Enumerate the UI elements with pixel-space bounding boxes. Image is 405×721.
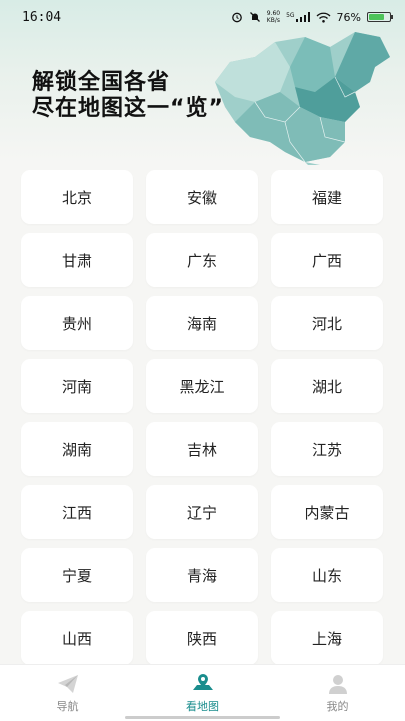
network-type: 5G xyxy=(286,12,295,19)
province-hunan[interactable]: 湖南 xyxy=(21,422,133,476)
signal-bars-icon xyxy=(295,12,310,22)
map-pin-icon xyxy=(192,673,213,690)
speed-value: 9.60 xyxy=(266,10,281,17)
province-jilin[interactable]: 吉林 xyxy=(146,422,258,476)
province-hainan[interactable]: 海南 xyxy=(146,296,258,350)
headline-line-1: 解锁全国各省 xyxy=(32,70,171,95)
province-guizhou[interactable]: 贵州 xyxy=(21,296,133,350)
paper-plane-icon xyxy=(57,674,78,693)
province-anhui[interactable]: 安徽 xyxy=(146,170,258,224)
province-hebei[interactable]: 河北 xyxy=(271,296,383,350)
tab-navigation[interactable]: 导航 xyxy=(0,665,135,721)
province-heilongjiang[interactable]: 黑龙江 xyxy=(146,359,258,413)
province-shandong[interactable]: 山东 xyxy=(271,548,383,602)
battery-icon xyxy=(367,12,393,22)
province-shanghai[interactable]: 上海 xyxy=(271,611,383,665)
mute-bell-icon xyxy=(249,12,260,22)
province-qinghai[interactable]: 青海 xyxy=(146,548,258,602)
province-shanxi[interactable]: 山西 xyxy=(21,611,133,665)
tab-label: 我的 xyxy=(326,699,349,713)
tab-label: 导航 xyxy=(56,699,79,713)
province-hubei[interactable]: 湖北 xyxy=(271,359,383,413)
header-banner: 16:04 9.60 KB/s 5G 76% 解锁全国各省 尽在地图这一“览” xyxy=(0,0,405,165)
alarm-icon xyxy=(231,12,242,23)
speed-unit: KB/s xyxy=(266,17,280,24)
headline: 解锁全国各省 尽在地图这一“览” xyxy=(32,70,224,122)
province-guangxi[interactable]: 广西 xyxy=(271,233,383,287)
china-map-illustration xyxy=(215,32,390,165)
province-jiangxi[interactable]: 江西 xyxy=(21,485,133,539)
wifi-icon xyxy=(316,12,331,23)
province-grid: 北京 安徽 福建 甘肃 广东 广西 贵州 海南 河北 河南 黑龙江 湖北 湖南 … xyxy=(21,170,383,665)
battery-percent: 76% xyxy=(336,10,361,24)
network-speed: 9.60 KB/s xyxy=(267,10,280,24)
home-indicator xyxy=(125,716,280,719)
province-jiangsu[interactable]: 江苏 xyxy=(271,422,383,476)
headline-line-2: 尽在地图这一“览” xyxy=(32,96,224,121)
cellular-signal: 5G xyxy=(286,12,310,22)
tab-label: 看地图 xyxy=(186,699,219,713)
province-neimenggu[interactable]: 内蒙古 xyxy=(271,485,383,539)
battery-fill xyxy=(369,14,385,20)
province-henan[interactable]: 河南 xyxy=(21,359,133,413)
tab-view-map[interactable]: 看地图 xyxy=(135,665,270,721)
province-fujian[interactable]: 福建 xyxy=(271,170,383,224)
tab-profile[interactable]: 我的 xyxy=(270,665,405,721)
status-icons: 9.60 KB/s 5G 76% xyxy=(231,10,393,24)
bottom-tab-bar: 导航 看地图 我的 xyxy=(0,664,405,721)
province-ningxia[interactable]: 宁夏 xyxy=(21,548,133,602)
status-bar: 16:04 9.60 KB/s 5G 76% xyxy=(0,0,405,34)
province-guangdong[interactable]: 广东 xyxy=(146,233,258,287)
status-time: 16:04 xyxy=(22,9,62,25)
province-shaanxi[interactable]: 陕西 xyxy=(146,611,258,665)
user-icon xyxy=(328,674,347,694)
province-beijing[interactable]: 北京 xyxy=(21,170,133,224)
province-gansu[interactable]: 甘肃 xyxy=(21,233,133,287)
province-liaoning[interactable]: 辽宁 xyxy=(146,485,258,539)
